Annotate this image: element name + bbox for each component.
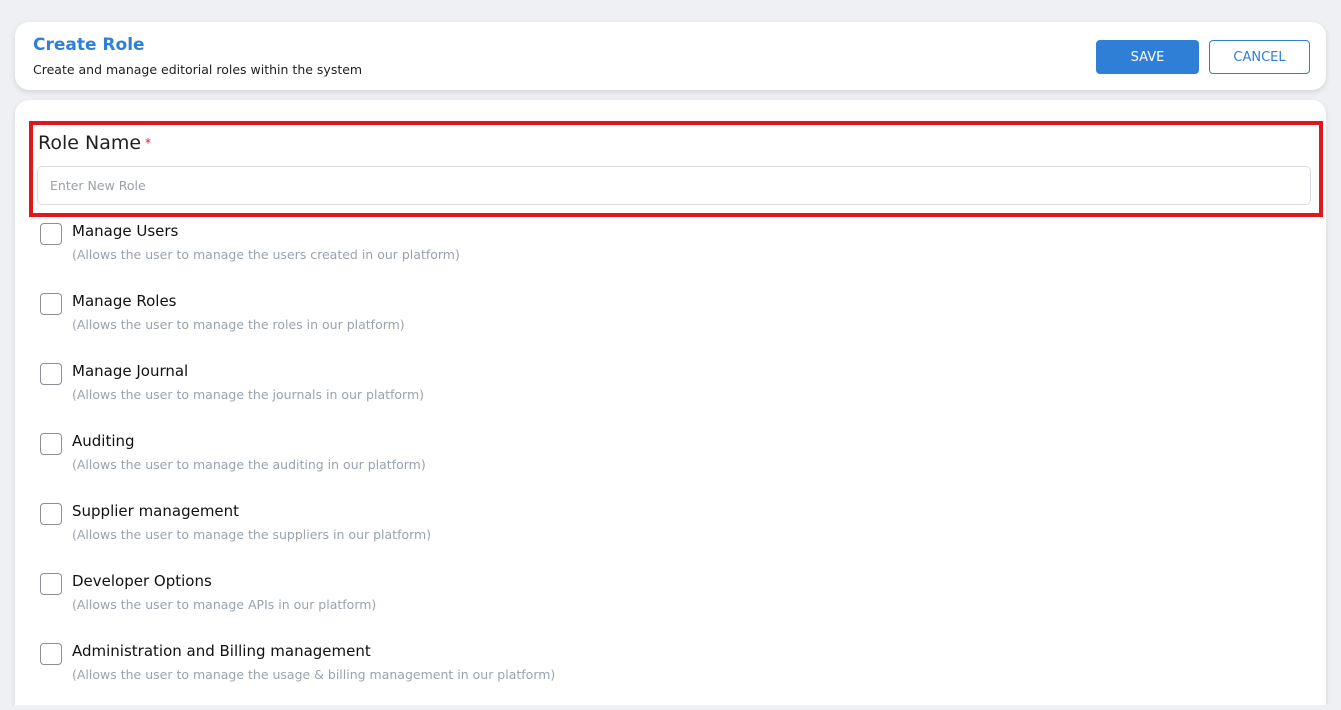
permission-title: Administration and Billing management bbox=[72, 642, 371, 660]
permission-title: Supplier management bbox=[72, 502, 240, 520]
manage-roles-checkbox[interactable] bbox=[40, 293, 62, 315]
permission-title: Auditing bbox=[72, 432, 135, 450]
manage-journal-checkbox[interactable] bbox=[40, 363, 62, 385]
permission-description: (Allows the user to manage the usage & b… bbox=[72, 667, 556, 682]
auditing-checkbox[interactable] bbox=[40, 433, 62, 455]
permissions-list: Manage Users (Allows the user to manage … bbox=[40, 222, 1240, 710]
permission-item-supplier-management: Supplier management (Allows the user to … bbox=[40, 502, 1240, 572]
permission-title: Developer Options bbox=[72, 572, 212, 590]
permission-title: Manage Roles bbox=[72, 292, 177, 310]
role-name-input[interactable] bbox=[37, 166, 1311, 205]
role-name-label: Role Name * bbox=[38, 132, 151, 154]
cancel-button[interactable]: CANCEL bbox=[1209, 40, 1310, 74]
permission-title: Manage Users bbox=[72, 222, 179, 240]
permission-description: (Allows the user to manage the journals … bbox=[72, 387, 425, 402]
permission-description: (Allows the user to manage the users cre… bbox=[72, 247, 460, 262]
page-header: Create Role Create and manage editorial … bbox=[15, 22, 1326, 90]
role-name-section: Role Name * bbox=[29, 121, 1323, 217]
permission-title: Manage Journal bbox=[72, 362, 189, 380]
administration-billing-checkbox[interactable] bbox=[40, 643, 62, 665]
create-role-page: Create Role Create and manage editorial … bbox=[0, 0, 1341, 710]
permission-item-developer-options: Developer Options (Allows the user to ma… bbox=[40, 572, 1240, 642]
page-bottom-gutter bbox=[0, 705, 1341, 710]
permission-description: (Allows the user to manage APIs in our p… bbox=[72, 597, 377, 612]
permission-item-manage-roles: Manage Roles (Allows the user to manage … bbox=[40, 292, 1240, 362]
permission-item-auditing: Auditing (Allows the user to manage the … bbox=[40, 432, 1240, 502]
page-title: Create Role bbox=[33, 35, 145, 55]
permission-item-manage-journal: Manage Journal (Allows the user to manag… bbox=[40, 362, 1240, 432]
role-form: Role Name* Manage Users (Allows the user… bbox=[15, 100, 1326, 710]
save-button[interactable]: SAVE bbox=[1096, 40, 1199, 74]
permission-item-administration-billing: Administration and Billing management (A… bbox=[40, 642, 1240, 710]
permission-item-manage-users: Manage Users (Allows the user to manage … bbox=[40, 222, 1240, 292]
page-subtitle: Create and manage editorial roles within… bbox=[33, 62, 363, 77]
role-name-label-text: Role Name bbox=[38, 132, 142, 154]
manage-users-checkbox[interactable] bbox=[40, 223, 62, 245]
supplier-management-checkbox[interactable] bbox=[40, 503, 62, 525]
developer-options-checkbox[interactable] bbox=[40, 573, 62, 595]
required-marker: * bbox=[145, 136, 152, 150]
permission-description: (Allows the user to manage the auditing … bbox=[72, 457, 426, 472]
permission-description: (Allows the user to manage the roles in … bbox=[72, 317, 405, 332]
permission-description: (Allows the user to manage the suppliers… bbox=[72, 527, 432, 542]
